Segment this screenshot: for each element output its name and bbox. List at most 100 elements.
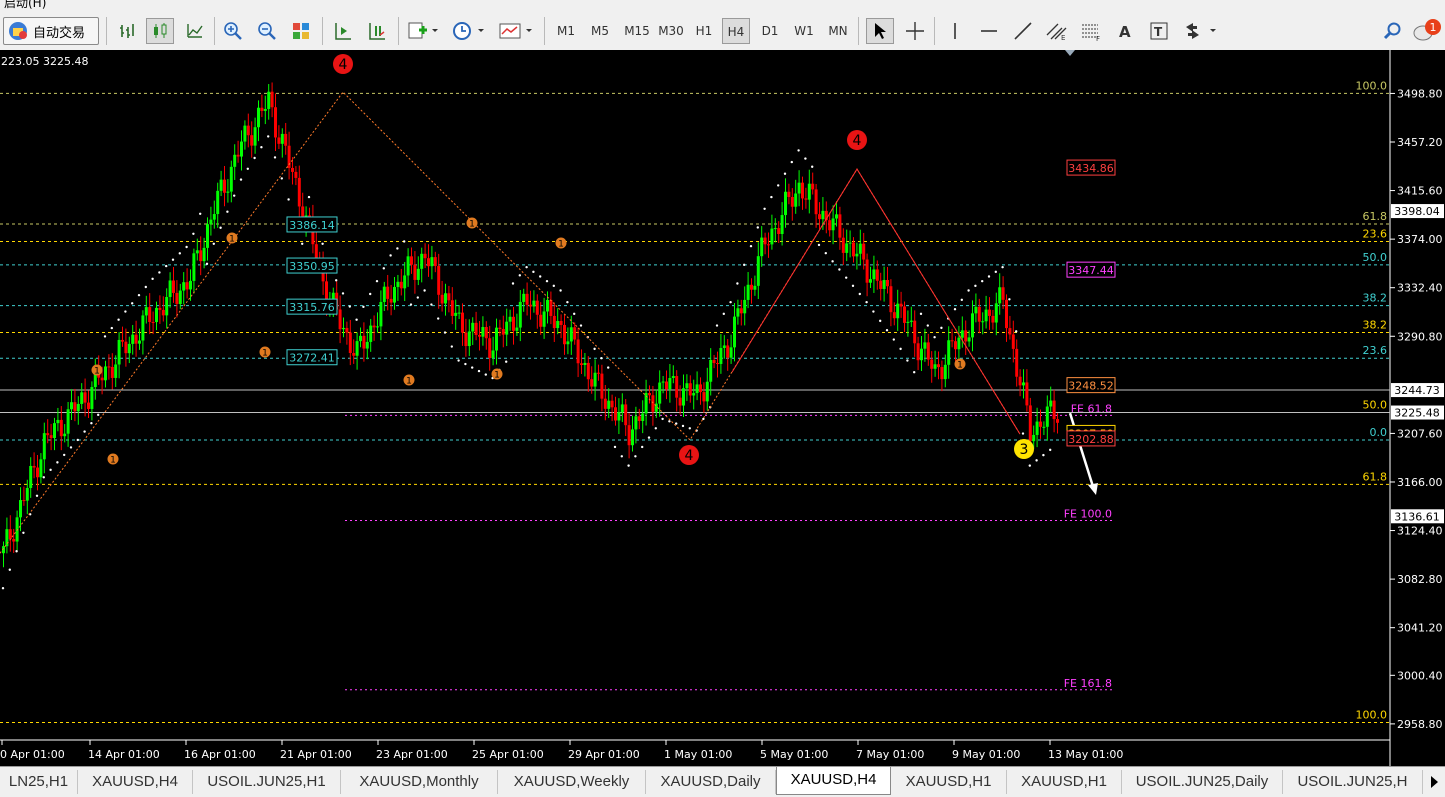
arrows-menu-icon[interactable]: [1180, 18, 1220, 44]
time-axis-label: 23 Apr 01:00: [376, 748, 448, 761]
candle-body: [389, 298, 393, 303]
window-title-strip: 启动(H): [0, 0, 1445, 12]
candle-body: [100, 377, 104, 381]
chart-shift-icon[interactable]: [330, 18, 356, 44]
horizontal-line-icon[interactable]: [976, 18, 1002, 44]
candle-body: [141, 315, 145, 341]
candle-body: [219, 179, 223, 191]
candle-body: [685, 383, 689, 389]
candle-body: [178, 290, 182, 304]
chart-tab[interactable]: XAUUSD,H1: [1007, 770, 1122, 794]
chart-tab[interactable]: USOIL.JUN25,Daily: [1122, 770, 1283, 794]
candle-body: [637, 416, 641, 421]
timeframe-w1[interactable]: W1: [790, 18, 818, 44]
timeframe-h1[interactable]: H1: [690, 18, 718, 44]
chart-tab[interactable]: LN25,H1: [0, 770, 78, 794]
candle-body: [206, 224, 209, 248]
equidistant-channel-icon[interactable]: E: [1044, 18, 1070, 44]
chart-tab[interactable]: XAUUSD,Daily: [646, 770, 776, 794]
vertical-line-icon[interactable]: [942, 18, 968, 44]
tile-windows-icon[interactable]: [288, 18, 314, 44]
timeframe-m15[interactable]: M15: [620, 18, 654, 44]
psar-dot: [56, 461, 59, 464]
timeframe-m5[interactable]: M5: [586, 18, 614, 44]
time-axis-label: 21 Apr 01:00: [280, 748, 352, 761]
chart-canvas[interactable]: 100.0 61.8 23.6 50.0 38.2 38.2 23.6 50.0 0.0 61.8…: [0, 50, 1445, 766]
fib-level-label: 100.0: [1356, 79, 1388, 92]
fib-level-label: 50.0: [1363, 251, 1388, 264]
text-tool-icon[interactable]: A: [1112, 18, 1138, 44]
trendline-icon[interactable]: [1010, 18, 1036, 44]
candle-body: [790, 196, 794, 207]
chart-tab[interactable]: XAUUSD,Monthly: [341, 770, 498, 794]
chart-tab[interactable]: USOIL.JUN25,H: [1283, 770, 1423, 794]
candle-body: [937, 364, 940, 368]
cursor-arrow-icon[interactable]: [866, 18, 894, 44]
candle-body: [80, 392, 84, 404]
psar-dot: [97, 413, 100, 417]
candle-body: [746, 284, 750, 300]
candle-body: [131, 334, 135, 344]
timeframe-h4[interactable]: H4: [722, 18, 750, 44]
psar-dot: [777, 184, 780, 187]
fibonacci-icon[interactable]: F: [1078, 18, 1104, 44]
chart-tab-bar: LN25,H1 XAUUSD,H4 USOIL.JUN25,H1 XAUUSD,Mon…: [0, 766, 1445, 797]
svg-text:A: A: [1119, 23, 1131, 41]
psar-dot: [641, 445, 644, 449]
candle-body: [675, 376, 679, 398]
time-axis-label: 7 May 01:00: [856, 748, 924, 761]
chart-tab[interactable]: XAUUSD,Weekly: [498, 770, 646, 794]
psar-dot: [1021, 432, 1025, 435]
candle-body: [977, 306, 981, 322]
candle-body: [36, 467, 39, 478]
psar-dot: [158, 271, 161, 274]
candle-body: [974, 306, 978, 314]
candle-body: [294, 171, 298, 178]
timeframe-d1[interactable]: D1: [756, 18, 784, 44]
candle-body: [29, 465, 33, 488]
candle-body: [32, 465, 36, 468]
psar-dot: [858, 292, 861, 296]
chart-tab[interactable]: XAUUSD,H1: [891, 770, 1007, 794]
candle-body: [522, 293, 526, 302]
fib-level-label: 0.0: [1370, 426, 1388, 439]
history-clock-icon[interactable]: [450, 18, 488, 44]
zoom-out-icon[interactable]: [254, 18, 280, 44]
psar-dot: [375, 279, 379, 283]
autotrade-button[interactable]: 自动交易: [3, 17, 99, 45]
candle-body: [943, 364, 947, 380]
zoom-in-icon[interactable]: [220, 18, 246, 44]
psar-dot: [620, 455, 623, 458]
crosshair-icon[interactable]: [902, 18, 928, 44]
text-label-icon[interactable]: T: [1146, 18, 1172, 44]
candlestick-chart-icon[interactable]: [146, 18, 174, 44]
candle-body: [212, 214, 216, 220]
candle-body: [573, 327, 577, 340]
tab-scroll-right-icon[interactable]: [1426, 772, 1442, 792]
psar-dot: [124, 310, 127, 313]
candle-body: [352, 353, 356, 356]
autoscroll-icon[interactable]: [364, 18, 390, 44]
new-order-icon[interactable]: [404, 18, 440, 44]
search-icon[interactable]: [1380, 18, 1406, 44]
wave-trendline: [731, 168, 1021, 435]
psar-dot: [382, 267, 385, 270]
price-chart[interactable]: 100.0 61.8 23.6 50.0 38.2 38.2 23.6 50.0 0.0 61.8…: [0, 50, 1445, 766]
psar-dot: [477, 369, 481, 373]
psar-dot: [675, 422, 678, 425]
candle-body: [593, 372, 597, 387]
psar-dot: [205, 262, 209, 266]
chart-tab[interactable]: XAUUSD,H4: [78, 770, 193, 794]
candle-body: [501, 329, 505, 335]
chart-tab[interactable]: XAUUSD,H4: [776, 767, 891, 795]
timeframe-m30[interactable]: M30: [654, 18, 688, 44]
notifications-icon[interactable]: 1: [1412, 18, 1444, 44]
bar-chart-icon[interactable]: [114, 18, 140, 44]
psar-dot: [307, 195, 311, 199]
templates-icon[interactable]: [496, 18, 536, 44]
psar-dot: [974, 284, 977, 288]
timeframe-m1[interactable]: M1: [552, 18, 580, 44]
timeframe-mn[interactable]: MN: [824, 18, 852, 44]
line-chart-icon[interactable]: [182, 18, 208, 44]
chart-tab[interactable]: USOIL.JUN25,H1: [193, 770, 341, 794]
